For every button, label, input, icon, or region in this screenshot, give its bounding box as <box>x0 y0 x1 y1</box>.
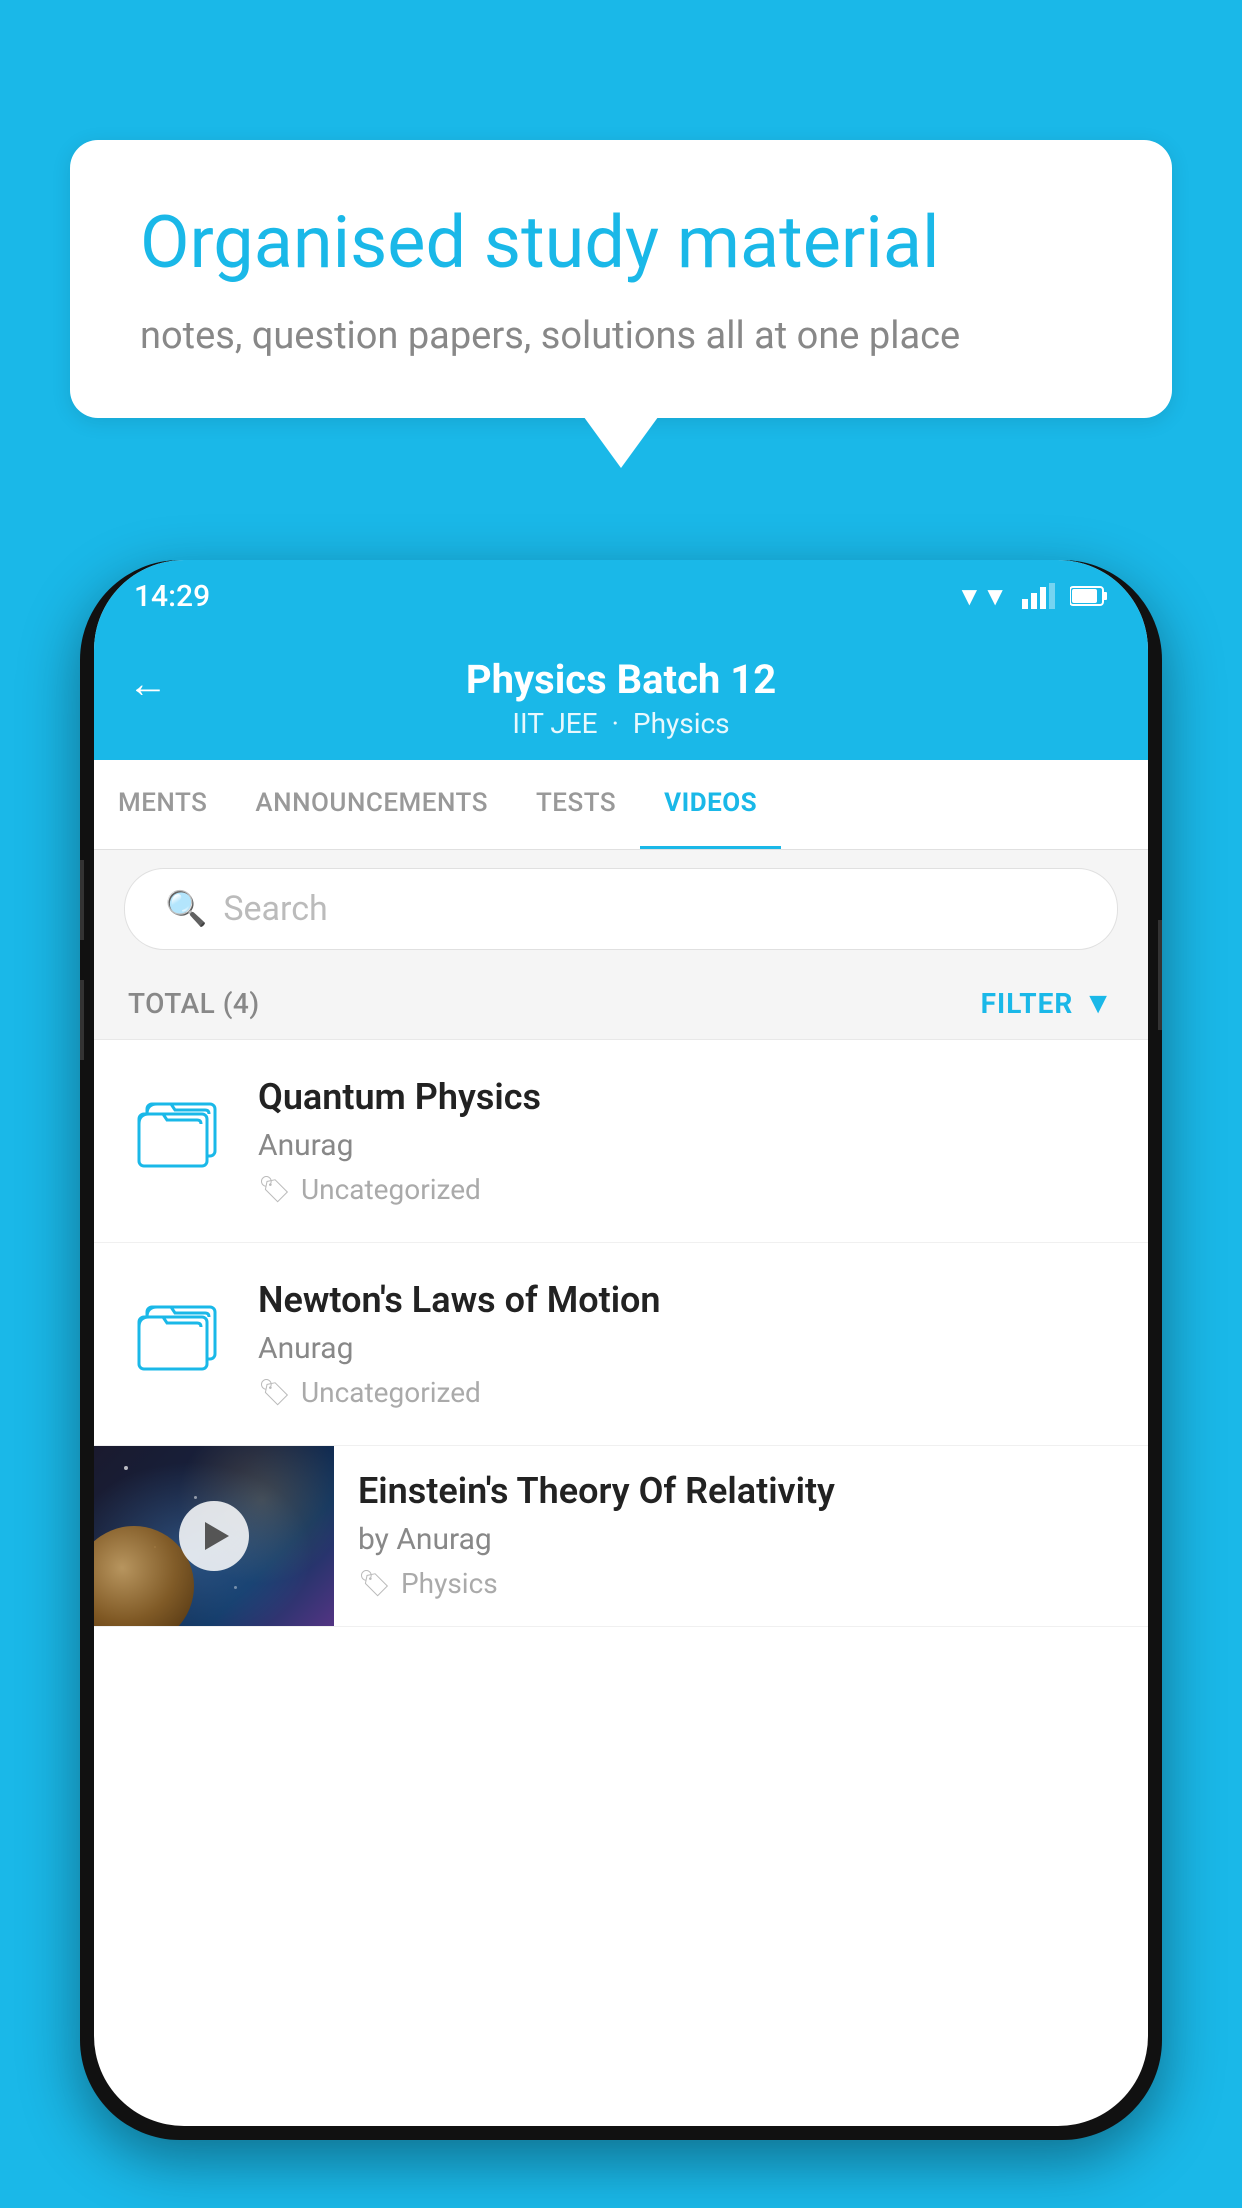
search-placeholder: Search <box>223 889 327 929</box>
tag-icon: 🏷 <box>258 1175 291 1205</box>
speech-bubble: Organised study material notes, question… <box>70 140 1172 418</box>
search-container: 🔍 Search <box>94 850 1148 968</box>
list-item[interactable]: Newton's Laws of Motion Anurag 🏷 Uncateg… <box>94 1243 1148 1446</box>
list-item[interactable]: Einstein's Theory Of Relativity by Anura… <box>94 1446 1148 1627</box>
list-item[interactable]: Quantum Physics Anurag 🏷 Uncategorized <box>94 1040 1148 1243</box>
power-button <box>1158 920 1162 1030</box>
video-tag: 🏷 Uncategorized <box>258 1376 1114 1409</box>
folder-icon <box>133 1285 223 1375</box>
filter-row: TOTAL (4) FILTER ▼ <box>94 968 1148 1040</box>
speech-bubble-title: Organised study material <box>140 200 1102 286</box>
status-icons: ▼▼ <box>957 581 1108 612</box>
video-author: Anurag <box>258 1331 1114 1366</box>
filter-button[interactable]: FILTER ▼ <box>981 986 1114 1021</box>
tag-label: Physics <box>401 1567 498 1600</box>
tab-ments[interactable]: MENTS <box>94 760 231 849</box>
tag-icon: 🏷 <box>258 1378 291 1408</box>
video-info: Quantum Physics Anurag 🏷 Uncategorized <box>258 1076 1114 1206</box>
folder-icon-wrapper <box>128 1285 228 1375</box>
tab-announcements[interactable]: ANNOUNCEMENTS <box>231 760 512 849</box>
speech-bubble-wrapper: Organised study material notes, question… <box>70 140 1172 418</box>
content-list: Quantum Physics Anurag 🏷 Uncategorized <box>94 1040 1148 1627</box>
video-thumbnail <box>94 1446 334 1626</box>
tab-videos[interactable]: VIDEOS <box>640 760 781 849</box>
phone-screen: 14:29 ▼▼ <box>94 560 1148 2126</box>
phone-wrapper: 14:29 ▼▼ <box>80 560 1162 2208</box>
video-author: Anurag <box>258 1128 1114 1163</box>
signal-icon <box>1022 583 1056 609</box>
play-button[interactable] <box>179 1501 249 1571</box>
video-title: Quantum Physics <box>258 1076 1114 1118</box>
total-count: TOTAL (4) <box>128 987 260 1020</box>
battery-icon <box>1070 585 1108 607</box>
search-bar[interactable]: 🔍 Search <box>124 868 1118 950</box>
app-title: Physics Batch 12 <box>466 656 776 703</box>
tabs-bar: MENTS ANNOUNCEMENTS TESTS VIDEOS <box>94 760 1148 850</box>
video-title: Newton's Laws of Motion <box>258 1279 1114 1321</box>
status-time: 14:29 <box>134 579 210 614</box>
play-triangle-icon <box>205 1522 229 1550</box>
phone-device: 14:29 ▼▼ <box>80 560 1162 2140</box>
video-author: by Anurag <box>358 1522 1124 1557</box>
tag-label: Uncategorized <box>301 1173 481 1206</box>
volume-down-button <box>80 980 84 1060</box>
video-tag: 🏷 Uncategorized <box>258 1173 1114 1206</box>
folder-icon-wrapper <box>128 1082 228 1172</box>
tab-tests[interactable]: TESTS <box>512 760 640 849</box>
app-subtitle: IIT JEE · Physics <box>512 707 729 740</box>
subtitle-iitjee: IIT JEE <box>512 707 597 740</box>
video-info: Einstein's Theory Of Relativity by Anura… <box>334 1446 1148 1624</box>
subtitle-physics: Physics <box>633 707 730 740</box>
subtitle-separator: · <box>612 707 619 740</box>
video-info: Newton's Laws of Motion Anurag 🏷 Uncateg… <box>258 1279 1114 1409</box>
volume-up-button <box>80 860 84 940</box>
tag-icon: 🏷 <box>358 1569 391 1599</box>
filter-label: FILTER <box>981 987 1074 1020</box>
video-title: Einstein's Theory Of Relativity <box>358 1470 1124 1512</box>
wifi-icon: ▼▼ <box>957 581 1008 612</box>
back-button[interactable]: ← <box>128 660 168 707</box>
tag-label: Uncategorized <box>301 1376 481 1409</box>
folder-icon <box>133 1082 223 1172</box>
app-header: ← Physics Batch 12 IIT JEE · Physics <box>94 632 1148 760</box>
video-tag: 🏷 Physics <box>358 1567 1124 1600</box>
status-bar: 14:29 ▼▼ <box>94 560 1148 632</box>
filter-funnel-icon: ▼ <box>1083 986 1114 1021</box>
search-icon: 🔍 <box>165 889 207 929</box>
speech-bubble-subtitle: notes, question papers, solutions all at… <box>140 314 1102 358</box>
